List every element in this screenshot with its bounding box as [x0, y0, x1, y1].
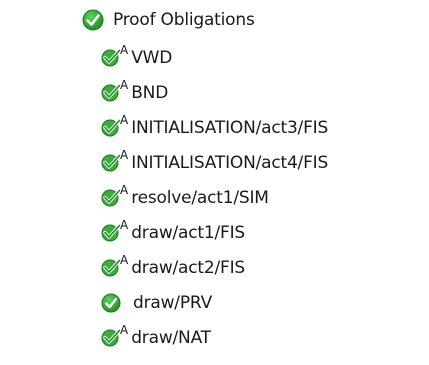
auto-proof-marker: A	[120, 218, 129, 232]
tree-node-label: INITIALISATION/act4/FIS	[131, 153, 329, 173]
tree-node-draw-prv[interactable]: draw/PRV	[101, 286, 212, 320]
tree-node-draw-act1-fis[interactable]: A draw/act1/FIS	[101, 216, 245, 250]
green-check-circle-icon	[101, 188, 121, 207]
tree-node-label: draw/NAT	[131, 328, 211, 348]
tree-node-label: VWD	[131, 48, 173, 68]
proof-obligations-tree: Proof Obligations A VWD A BND A INITIALI…	[0, 0, 429, 365]
tree-node-initialisation-act3-fis[interactable]: A INITIALISATION/act3/FIS	[101, 111, 328, 145]
tree-node-bnd[interactable]: A BND	[101, 76, 168, 110]
auto-proof-marker: A	[120, 113, 129, 127]
auto-proof-marker: A	[120, 43, 129, 57]
tree-node-label: INITIALISATION/act3/FIS	[131, 118, 329, 138]
green-check-circle-icon	[101, 118, 121, 137]
green-check-circle-icon	[101, 83, 121, 102]
green-check-circle-icon	[101, 153, 121, 172]
tree-node-vwd[interactable]: A VWD	[101, 41, 172, 75]
auto-proof-marker: A	[120, 323, 129, 337]
auto-proof-marker: A	[120, 78, 129, 92]
green-check-circle-icon	[82, 9, 104, 31]
tree-node-initialisation-act4-fis[interactable]: A INITIALISATION/act4/FIS	[101, 146, 328, 180]
tree-node-label: resolve/act1/SIM	[131, 188, 269, 208]
auto-proof-marker: A	[120, 253, 129, 267]
tree-node-label: Proof Obligations	[113, 10, 255, 30]
green-check-circle-icon	[101, 223, 121, 242]
green-check-circle-icon	[101, 293, 121, 313]
tree-node-label: draw/PRV	[133, 293, 212, 313]
tree-node-resolve-act1-sim[interactable]: A resolve/act1/SIM	[101, 181, 269, 215]
green-check-circle-icon	[101, 258, 121, 277]
tree-node-draw-nat[interactable]: A draw/NAT	[101, 321, 211, 355]
green-check-circle-icon	[101, 48, 121, 67]
auto-proof-marker: A	[120, 183, 129, 197]
tree-node-draw-act2-fis[interactable]: A draw/act2/FIS	[101, 251, 245, 285]
green-check-circle-icon	[101, 328, 121, 347]
tree-node-proof-obligations[interactable]: Proof Obligations	[82, 3, 255, 37]
tree-node-label: draw/act1/FIS	[131, 223, 246, 243]
auto-proof-marker: A	[120, 148, 129, 162]
tree-node-label: draw/act2/FIS	[131, 258, 246, 278]
tree-node-label: BND	[131, 83, 169, 103]
